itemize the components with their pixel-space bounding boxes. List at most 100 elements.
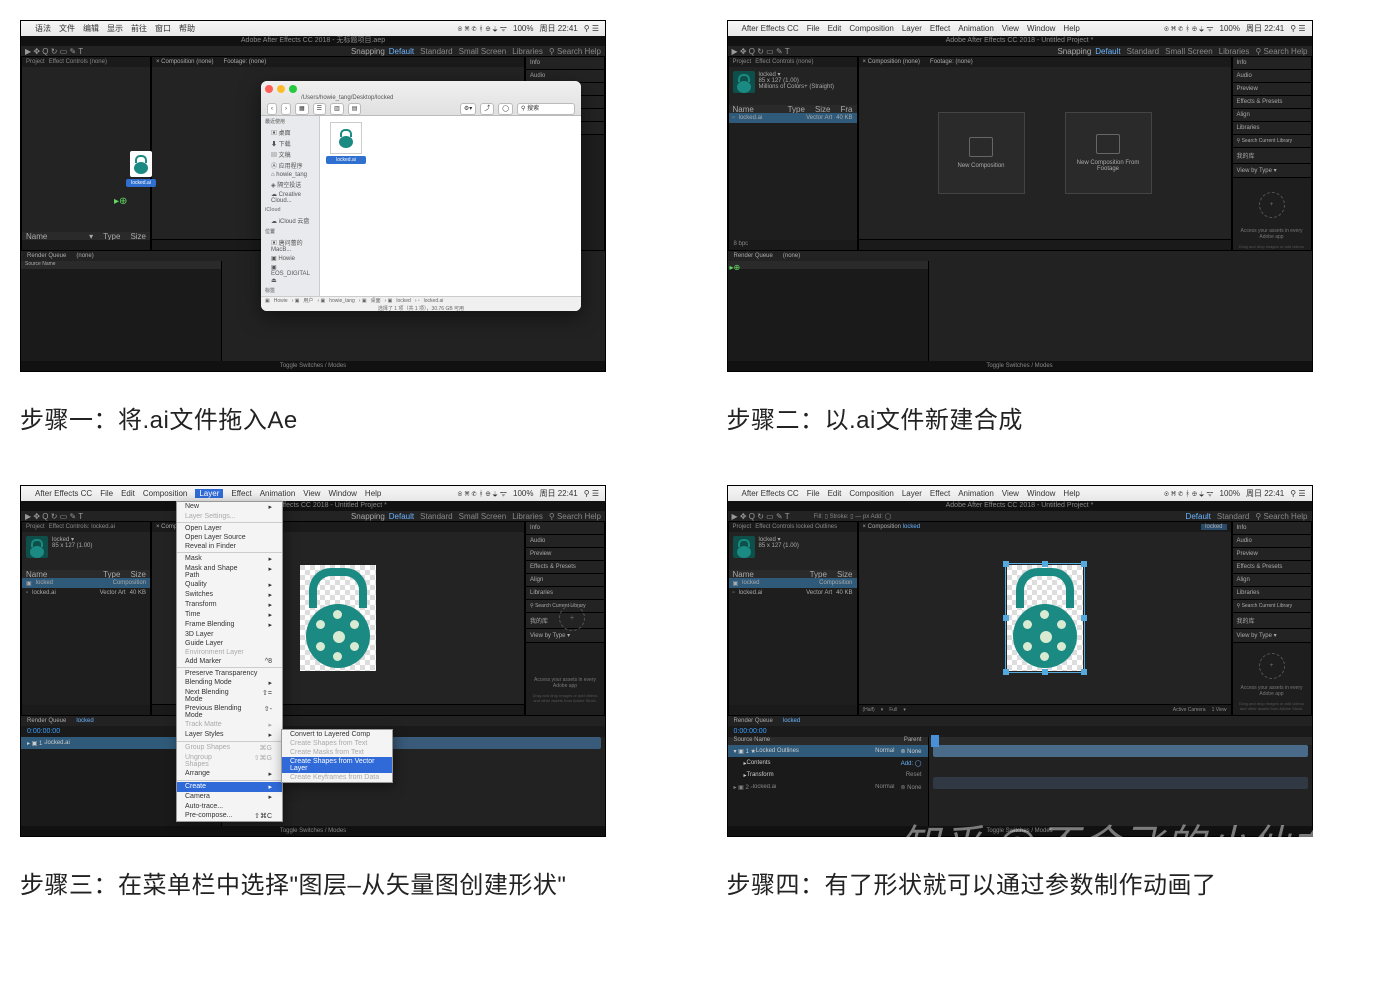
transparency-grid — [300, 565, 376, 671]
col-name[interactable]: Name — [26, 232, 47, 240]
sidebar-item[interactable]: ▤ 文稿 — [261, 149, 319, 160]
step-3: After Effects CC File Edit Composition L… — [20, 485, 647, 900]
search-help[interactable]: ⚲ Search Help — [549, 47, 601, 56]
menu-file[interactable]: 文件 — [59, 23, 75, 34]
project-item[interactable]: ▫locked.aiVector Art40 KB — [729, 113, 857, 123]
menubar-icons[interactable]: ◉ ⌘ ✆ ᚼ ⊕ ⏚ ᯤ — [458, 23, 507, 34]
menu-go[interactable]: 前往 — [131, 23, 147, 34]
create-submenu[interactable]: Convert to Layered Comp Create Shapes fr… — [281, 729, 393, 783]
add-icon[interactable]: + — [559, 605, 585, 631]
step-4: After Effects CC File Edit Composition L… — [727, 485, 1354, 900]
tab-project[interactable]: Project — [26, 59, 45, 65]
menu-app[interactable]: After Effects CC — [742, 24, 799, 33]
file-name: locked ▾ — [759, 71, 835, 78]
screenshot-4: After Effects CC File Edit Composition L… — [727, 485, 1313, 837]
menu-app[interactable]: 语法 — [35, 23, 51, 34]
mac-menubar: After Effects CC File Edit Composition L… — [728, 21, 1312, 36]
sidebar-item[interactable]: ☁ Creative Cloud... — [261, 190, 319, 205]
menu-view[interactable]: 显示 — [107, 23, 123, 34]
add-icon[interactable]: + — [1259, 192, 1285, 218]
panel-info[interactable]: Info — [526, 57, 604, 70]
sidebar-item[interactable]: ⌂ howie_tang — [261, 171, 319, 179]
sidebar-item[interactable]: ⬇ 下载 — [261, 138, 319, 149]
file-colors: Millions of Colors+ (Straight) — [759, 84, 835, 90]
view-icon-button[interactable]: ▦ — [295, 103, 309, 115]
spotlight-icon[interactable]: ⚲ ☰ — [584, 24, 599, 33]
menu-help[interactable]: 帮助 — [179, 23, 195, 34]
file-thumb — [733, 71, 755, 93]
caption-4: 步骤四：有了形状就可以通过参数制作动画了 — [727, 865, 1354, 900]
step-2: After Effects CC File Edit Composition L… — [727, 20, 1354, 435]
finder-status: 选择了 1 项（共 1 项），30.76 GB 可用 — [261, 304, 581, 311]
selection-handles[interactable] — [1005, 563, 1085, 673]
lock-icon[interactable] — [303, 568, 373, 668]
tool-icons[interactable]: ▶ ✥ Q ↻ ▭ ✎ T — [25, 47, 83, 56]
tab-footage[interactable]: Footage: (none) — [224, 59, 267, 65]
footage-icon — [1096, 134, 1120, 154]
sidebar-item[interactable]: Ⓐ 应用程序 — [261, 160, 319, 171]
ws-lib[interactable]: Libraries — [512, 47, 543, 56]
project-item-comp[interactable]: ▣lockedComposition — [22, 578, 150, 588]
menu-window[interactable]: 窗口 — [155, 23, 171, 34]
caption-3: 步骤三：在菜单栏中选择"图层–从矢量图创建形状" — [20, 865, 647, 900]
action-button[interactable]: ⚙▾ — [460, 103, 476, 115]
sidebar-item[interactable]: ▣ EOS_DIGITAL ⏏ — [261, 263, 319, 285]
tab-composition[interactable]: × Composition (none) — [156, 59, 214, 65]
composition-panel: × Composition (none)Footage: (none) New … — [858, 56, 1232, 251]
menu-item-create[interactable]: Create▸ — [177, 782, 282, 792]
menu-edit[interactable]: 编辑 — [83, 23, 99, 34]
sidebar-item[interactable]: ▣ 桌面 — [261, 127, 319, 138]
snapping[interactable]: Snapping — [351, 47, 385, 56]
caption-1: 步骤一：将.ai文件拖入Ae — [20, 400, 647, 435]
new-comp-icon — [969, 137, 993, 157]
mac-menubar: 语法 文件 编辑 显示 前往 窗口 帮助 ◉ ⌘ ✆ ᚼ ⊕ ⏚ ᯤ 100% … — [21, 21, 605, 36]
layer-outlines[interactable]: ▾ ▣ 1 ★ Locked OutlinesNormal⊚ None — [728, 745, 928, 757]
tab-none[interactable]: (none) — [76, 253, 93, 259]
layer-transform[interactable]: ▸ TransformReset — [728, 769, 928, 781]
menu-item-new[interactable]: New▸ — [177, 502, 282, 512]
finder-breadcrumb[interactable]: ▣ Howie › ▣ 用户 › ▣ howie_tang › ▣ 桌面 › ▣… — [261, 296, 581, 304]
dragged-file[interactable]: locked.ai — [126, 151, 156, 187]
playhead-icon[interactable] — [931, 735, 939, 747]
layer-contents[interactable]: ▸ ContentsAdd: ◯ — [728, 757, 928, 769]
layer-menu[interactable]: New▸ Layer Settings... Open Layer Open L… — [176, 501, 283, 822]
submenu-convert[interactable]: Convert to Layered Comp — [282, 730, 392, 739]
timeline-status[interactable]: Toggle Switches / Modes — [21, 361, 605, 371]
sidebar-item[interactable]: ▣ 唐问蕾的MacB... — [261, 237, 319, 254]
ws-small[interactable]: Small Screen — [459, 47, 507, 56]
menubar-icons[interactable]: ◉ ⌘ ✆ ᚼ ⊕ ⏚ ᯤ — [1164, 23, 1213, 34]
submenu-create-shapes-vector[interactable]: Create Shapes from Vector Layer — [282, 757, 392, 773]
sidebar-item[interactable]: ▣ Howie — [261, 254, 319, 263]
col-type[interactable]: Type — [103, 232, 120, 240]
layer-original[interactable]: ▸ ▣ 2 ▫ locked.aiNormal⊚ None — [728, 781, 928, 793]
project-panel: ProjectEffect Controls (none) locked ▾ 8… — [728, 56, 858, 251]
sidebar-item[interactable]: ◈ 隔空投送 — [261, 179, 319, 190]
col-size[interactable]: Size — [130, 232, 146, 240]
fwd-button[interactable]: › — [281, 103, 291, 115]
drag-cursor-icon: ▸⊕ — [730, 263, 741, 272]
share-button[interactable]: ⤴ — [480, 103, 494, 115]
new-composition-button[interactable]: New Composition — [938, 112, 1025, 194]
ws-standard[interactable]: Standard — [420, 47, 452, 56]
tab-effect-controls[interactable]: Effect Controls (none) — [49, 59, 107, 65]
finder-file[interactable]: locked.ai — [326, 122, 366, 164]
clock: 周日 22:41 — [539, 23, 577, 34]
screenshot-3: After Effects CC File Edit Composition L… — [20, 485, 606, 837]
tab-render[interactable]: Render Queue — [27, 253, 66, 259]
window-title: Adobe After Effects CC 2018 - Untitled P… — [728, 36, 1312, 46]
menu-layer-open[interactable]: Layer — [195, 489, 223, 498]
caption-2: 步骤二：以.ai文件新建合成 — [727, 400, 1354, 435]
screenshot-2: After Effects CC File Edit Composition L… — [727, 20, 1313, 372]
comp-breadcrumb[interactable]: locked — [1201, 524, 1226, 530]
window-title: Adobe After Effects CC 2018 - 无标题项目.aep — [21, 36, 605, 46]
finder-sidebar: 最近使用 ▣ 桌面 ⬇ 下载 ▤ 文稿 Ⓐ 应用程序 ⌂ howie_tang … — [261, 116, 320, 296]
finder-window[interactable]: /Users/howie_tang/Desktop/locked ‹› ▦☰▥▤… — [261, 81, 581, 311]
project-item-file[interactable]: ▫locked.aiVector Art40 KB — [22, 588, 150, 598]
search-input[interactable]: ⚲ 搜索 — [517, 103, 575, 115]
battery-pct: 100% — [513, 24, 533, 33]
back-button[interactable]: ‹ — [267, 103, 277, 115]
ws-default[interactable]: Default — [389, 47, 414, 56]
finder-main[interactable]: locked.ai — [320, 116, 581, 296]
new-composition-from-footage-button[interactable]: New Composition From Footage — [1065, 112, 1152, 194]
sidebar-item[interactable]: ☁ iCloud 云盘 — [261, 215, 319, 226]
